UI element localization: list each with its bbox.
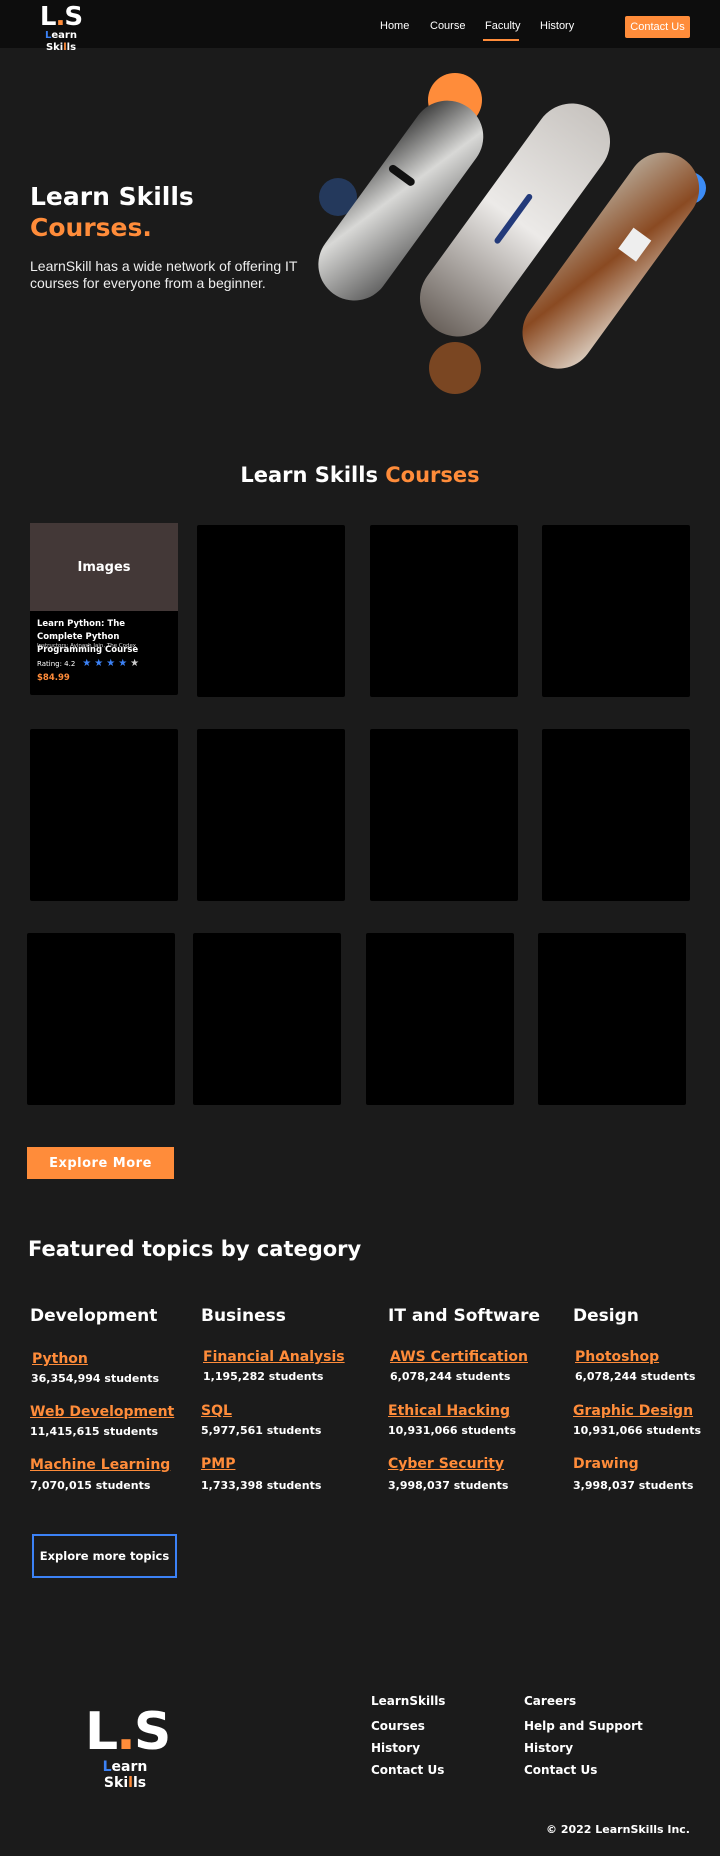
- course-card-title: Learn Python: The Complete Python Progra…: [37, 619, 139, 655]
- footer-link-contact[interactable]: Contact Us: [524, 1763, 597, 1777]
- topics-section-title: Featured topics by category: [28, 1237, 362, 1261]
- topic-link[interactable]: Financial Analysis: [203, 1349, 345, 1365]
- category-heading: Design: [573, 1306, 639, 1326]
- star-filled-icon: ★: [94, 658, 104, 669]
- nav-link-history[interactable]: History: [540, 20, 574, 32]
- hero-description: LearnSkill has a wide network of offerin…: [30, 258, 298, 291]
- course-card[interactable]: [370, 525, 518, 697]
- footer-link-history[interactable]: History: [524, 1741, 573, 1755]
- topic-student-count: 11,415,615 students: [30, 1425, 159, 1438]
- topic-link[interactable]: SQL: [201, 1403, 232, 1419]
- topic-student-count: 6,078,244 students: [575, 1370, 696, 1383]
- footer-link-contact[interactable]: Contact Us: [371, 1763, 444, 1777]
- topic-link[interactable]: Ethical Hacking: [388, 1403, 510, 1419]
- top-navbar: [0, 0, 720, 48]
- topic-student-count: 7,070,015 students: [30, 1479, 151, 1492]
- active-nav-indicator: [483, 39, 519, 41]
- course-card[interactable]: [27, 933, 175, 1105]
- footer-link-history[interactable]: History: [371, 1741, 420, 1755]
- course-card[interactable]: [538, 933, 686, 1105]
- copyright-text: © 2022 LearnSkills Inc.: [546, 1823, 690, 1836]
- topic-link[interactable]: Machine Learning: [30, 1457, 170, 1473]
- course-card-price: $84.99: [37, 673, 70, 683]
- decor-circle-brown: [429, 342, 481, 394]
- topic-student-count: 6,078,244 students: [390, 1370, 511, 1383]
- topic-link[interactable]: Cyber Security: [388, 1456, 504, 1472]
- explore-more-topics-button[interactable]: Explore more topics: [32, 1534, 177, 1578]
- course-card-image: Images: [30, 523, 178, 611]
- course-card[interactable]: [542, 729, 690, 901]
- topic-student-count: 5,977,561 students: [201, 1424, 322, 1437]
- contact-us-button[interactable]: Contact Us: [625, 16, 690, 38]
- brand-logo[interactable]: L.S Learn Skills: [30, 4, 92, 53]
- footer-column-heading: Careers: [524, 1694, 577, 1708]
- topic-link[interactable]: Photoshop: [575, 1349, 659, 1365]
- course-card[interactable]: [366, 933, 514, 1105]
- course-card[interactable]: [542, 525, 690, 697]
- course-card[interactable]: [193, 933, 341, 1105]
- category-heading: Development: [30, 1306, 158, 1326]
- topic-student-count: 36,354,994 students: [31, 1372, 160, 1385]
- course-card-instructors: Instructors: Avinash Jain, The Codex: [37, 643, 137, 649]
- hero-collage: [318, 73, 706, 394]
- courses-section-title: Learn Skills Courses: [240, 463, 480, 487]
- hero-title: Learn Skills Courses.: [30, 182, 194, 242]
- topic-student-count: 1,195,282 students: [203, 1370, 324, 1383]
- topic-student-count: 10,931,066 students: [573, 1424, 702, 1437]
- course-card[interactable]: [197, 525, 345, 697]
- topic-student-count: 1,733,398 students: [201, 1479, 322, 1492]
- course-card[interactable]: [197, 729, 345, 901]
- explore-more-button[interactable]: Explore More: [27, 1147, 174, 1179]
- star-filled-icon: ★: [106, 658, 116, 669]
- topic-link[interactable]: PMP: [201, 1456, 235, 1472]
- footer-logo[interactable]: L.S Learn Skills: [85, 1705, 171, 1791]
- footer-link-help[interactable]: Help and Support: [524, 1719, 643, 1733]
- nav-link-course[interactable]: Course: [430, 20, 465, 32]
- star-empty-icon: ★: [130, 658, 140, 669]
- course-card[interactable]: [30, 729, 178, 901]
- nav-link-faculty[interactable]: Faculty: [485, 20, 520, 32]
- star-filled-icon: ★: [118, 658, 128, 669]
- topic-student-count: 3,998,037 students: [388, 1479, 509, 1492]
- category-heading: Business: [201, 1306, 286, 1326]
- topic-student-count: 3,998,037 students: [573, 1479, 694, 1492]
- course-card-rating: Rating: 4.2 ★ ★ ★ ★ ★: [37, 658, 140, 669]
- category-heading: IT and Software: [388, 1306, 541, 1326]
- topic-link[interactable]: Drawing: [573, 1456, 639, 1472]
- footer-link-courses[interactable]: Courses: [371, 1719, 425, 1733]
- topic-link[interactable]: AWS Certification: [390, 1349, 528, 1365]
- star-filled-icon: ★: [82, 658, 92, 669]
- nav-link-home[interactable]: Home: [380, 20, 409, 32]
- topic-student-count: 10,931,066 students: [388, 1424, 517, 1437]
- topic-link[interactable]: Web Development: [30, 1404, 174, 1420]
- topic-link[interactable]: Python: [32, 1351, 88, 1367]
- topic-link[interactable]: Graphic Design: [573, 1403, 693, 1419]
- course-card[interactable]: [370, 729, 518, 901]
- footer-column-heading: LearnSkills: [371, 1694, 446, 1708]
- course-card[interactable]: Images Learn Python: The Complete Python…: [30, 523, 178, 695]
